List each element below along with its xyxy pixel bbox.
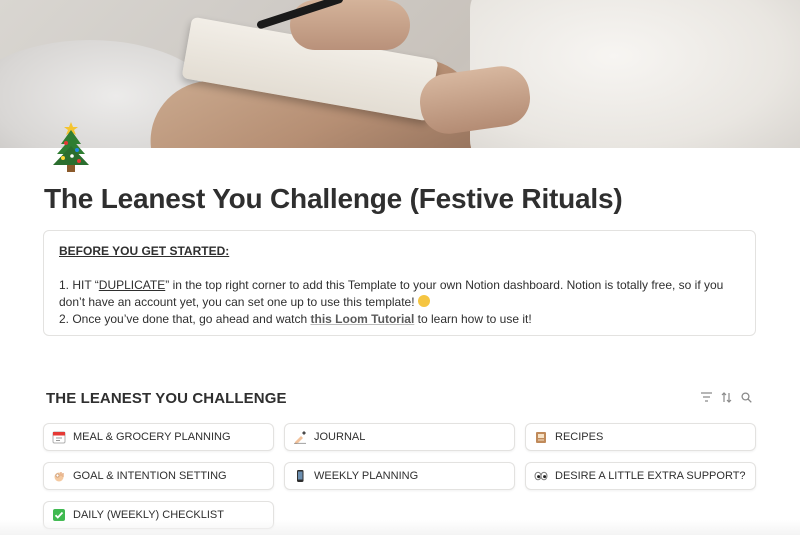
callout-step-2: 2. Once you’ve done that, go ahead and w… [59,312,532,326]
calendar-icon [51,429,67,445]
smiling-face-icon [417,295,430,307]
callout-heading: BEFORE YOU GET STARTED: [59,244,230,258]
card-extra-support[interactable]: DESIRE A LITTLE EXTRA SUPPORT? [525,462,756,490]
search-icon[interactable] [740,391,752,403]
sort-icon[interactable] [720,391,732,403]
cookbook-icon [533,429,549,445]
duplicate-emphasis: DUPLICATE [98,278,166,292]
eyes-icon [533,468,549,484]
filter-icon[interactable] [700,391,712,403]
card-weekly-planning[interactable]: WEEKLY PLANNING [284,462,515,490]
database-title[interactable]: THE LEANEST YOU CHALLENGE [46,390,287,407]
loom-tutorial-link[interactable]: this Loom Tutorial [311,312,415,326]
callout-step-1: 1. HIT “DUPLICATE” in the top right corn… [59,278,724,309]
page-title[interactable]: The Leanest You Challenge (Festive Ritua… [44,183,623,215]
page-cover-image [0,0,800,148]
card-meal-grocery-planning[interactable]: MEAL & GROCERY PLANNING [43,423,274,451]
bottom-fade [0,520,800,535]
card-goal-intention-setting[interactable]: GOAL & INTENTION SETTING [43,462,274,490]
ok-hand-icon [51,468,67,484]
writing-hand-icon [292,429,308,445]
callout-block[interactable]: BEFORE YOU GET STARTED: 1. HIT “DUPLICAT… [43,230,756,336]
phone-icon [292,468,308,484]
christmas-tree-icon[interactable] [46,116,96,174]
database-view-tools [700,391,752,403]
card-journal[interactable]: JOURNAL [284,423,515,451]
card-recipes[interactable]: RECIPES [525,423,756,451]
